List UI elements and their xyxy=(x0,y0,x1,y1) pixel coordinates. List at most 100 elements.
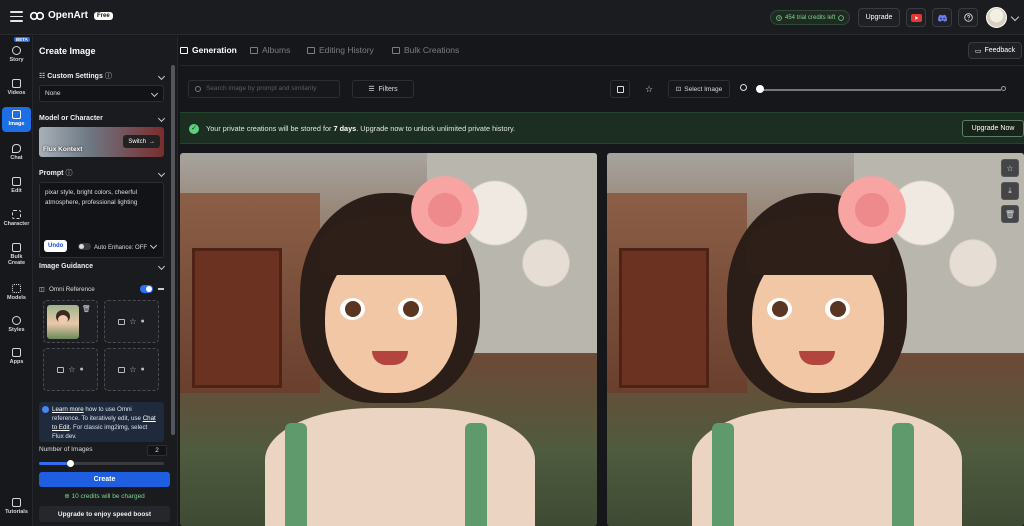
panel-title: Create Image xyxy=(39,46,96,56)
info-icon xyxy=(838,14,845,21)
character-icon xyxy=(12,210,21,219)
prompt-input[interactable]: pixar style, bright colors, cheerful atm… xyxy=(39,182,164,258)
collapse-icon[interactable] xyxy=(158,288,164,290)
apple-icon: ● xyxy=(140,366,145,373)
reference-slot-1[interactable]: 🗑 xyxy=(43,300,98,343)
num-images-slider[interactable] xyxy=(39,460,164,467)
panel-scrollbar[interactable] xyxy=(171,65,175,435)
select-all-checkbox[interactable] xyxy=(610,80,630,98)
undo-button[interactable]: Undo xyxy=(44,240,68,252)
tab-albums[interactable]: Albums xyxy=(250,45,290,55)
square-icon xyxy=(616,85,624,93)
rail-item-tutorials[interactable]: Tutorials xyxy=(2,498,31,515)
image-content xyxy=(619,248,709,388)
prompt-header[interactable]: Prompt ⓘ xyxy=(39,168,167,178)
zoom-knob[interactable] xyxy=(756,85,764,93)
omni-reference-label: Omni Reference xyxy=(48,285,95,293)
upgrade-button[interactable]: Upgrade xyxy=(858,8,900,27)
rail-item-bulk-create[interactable]: Bulk Create xyxy=(2,243,31,266)
rail-item-label: Bulk Create xyxy=(7,254,26,266)
trash-icon[interactable]: 🗑 xyxy=(82,305,91,313)
rail-item-apps[interactable]: Apps xyxy=(2,348,31,365)
model-header[interactable]: Model or Character xyxy=(39,114,167,123)
tab-editing-history[interactable]: Editing History xyxy=(307,45,374,55)
reference-slot-2[interactable]: ☆ ● xyxy=(104,300,159,343)
omni-reference-toggle[interactable] xyxy=(140,285,153,293)
image-icon xyxy=(57,366,65,373)
question-icon xyxy=(963,13,973,22)
tab-generation[interactable]: Generation xyxy=(180,45,237,55)
youtube-button[interactable] xyxy=(906,8,926,27)
switch-model-button[interactable]: Switch → xyxy=(123,135,160,148)
rail-item-videos[interactable]: Videos xyxy=(2,79,31,96)
image-content xyxy=(825,298,850,320)
chevron-down-icon xyxy=(150,89,159,98)
left-rail: BETA Story Videos Image Chat Edit Charac… xyxy=(0,36,33,526)
chevron-down-icon[interactable] xyxy=(1010,12,1020,22)
generated-image-1[interactable] xyxy=(180,153,597,526)
menu-icon[interactable] xyxy=(10,11,23,22)
reference-image-grid: 🗑 ☆ ● ☆ ● ☆ ● xyxy=(43,300,161,394)
zoom-in-icon xyxy=(1001,86,1006,91)
search-icon xyxy=(195,86,201,92)
user-avatar[interactable] xyxy=(986,7,1007,28)
rail-item-image[interactable]: Image xyxy=(2,107,31,132)
rail-item-label: Edit xyxy=(11,188,22,194)
rail-item-models[interactable]: Models xyxy=(2,284,31,301)
brand-logo[interactable]: OpenArt Free xyxy=(30,10,113,21)
zoom-slider[interactable] xyxy=(758,89,1001,91)
chevron-down-icon xyxy=(157,72,166,80)
filters-button[interactable]: ☰ Filters xyxy=(352,80,414,98)
credits-indicator[interactable]: 454 trial credits left xyxy=(770,10,851,25)
learn-more-link[interactable]: Learn more xyxy=(52,406,84,413)
num-images-input[interactable]: 2 xyxy=(147,445,167,456)
image-icon xyxy=(118,318,126,325)
create-button[interactable]: Create xyxy=(39,472,170,487)
rail-item-story[interactable]: Story xyxy=(2,46,31,63)
reference-slot-3[interactable]: ☆ ● xyxy=(43,348,98,391)
brand-name: OpenArt xyxy=(48,10,88,21)
select-image-label: Select Image xyxy=(684,85,723,93)
search-input[interactable]: Search image by prompt and similarity xyxy=(188,80,340,98)
prompt-label: Prompt xyxy=(39,170,64,177)
slider-knob[interactable] xyxy=(67,460,75,467)
zoom-icon xyxy=(740,84,747,91)
model-card[interactable]: Flux Kontext Switch → xyxy=(39,127,164,157)
reference-thumbnail[interactable] xyxy=(47,305,79,339)
tab-bulk-creations[interactable]: Bulk Creations xyxy=(392,45,459,55)
models-icon xyxy=(12,284,21,293)
switch-label: Switch xyxy=(128,138,146,145)
auto-enhance-toggle[interactable] xyxy=(78,243,91,250)
discord-button[interactable] xyxy=(932,8,952,27)
reference-slot-4[interactable]: ☆ ● xyxy=(104,348,159,391)
help-button[interactable] xyxy=(958,8,978,27)
rail-item-chat[interactable]: Chat xyxy=(2,144,31,161)
num-images-label: Number of Images xyxy=(39,446,93,453)
upgrade-now-button[interactable]: Upgrade Now xyxy=(962,120,1024,137)
image-content xyxy=(712,423,734,526)
rail-item-styles[interactable]: Styles xyxy=(2,316,31,333)
download-button[interactable]: ⤓ xyxy=(1001,182,1019,200)
top-bar: OpenArt Free 454 trial credits left Upgr… xyxy=(0,0,1024,35)
rail-item-edit[interactable]: Edit xyxy=(2,177,31,194)
custom-settings-header[interactable]: ☷ Custom Settings ⓘ xyxy=(39,71,167,81)
image-guidance-header[interactable]: Image Guidance xyxy=(39,262,167,271)
star-icon: ☆ xyxy=(129,317,137,326)
favorites-button[interactable]: ☆ xyxy=(639,80,659,98)
generated-image-2[interactable] xyxy=(607,153,1024,526)
prompt-text[interactable]: pixar style, bright colors, cheerful atm… xyxy=(40,183,163,213)
delete-button[interactable]: 🗑 xyxy=(1001,205,1019,223)
omni-reference-row: ◫ Omni Reference xyxy=(39,282,164,296)
feedback-button[interactable]: ▭ Feedback xyxy=(968,42,1022,59)
bulk-icon xyxy=(392,46,400,54)
rail-item-character[interactable]: Character xyxy=(2,210,31,227)
custom-settings-select[interactable]: None xyxy=(39,85,164,102)
info-icon xyxy=(42,406,49,413)
chevron-down-icon[interactable] xyxy=(149,241,158,250)
custom-settings-label: Custom Settings xyxy=(47,73,103,80)
select-image-button[interactable]: ⊡ Select Image xyxy=(668,80,730,98)
favorite-image-button[interactable]: ☆ xyxy=(1001,159,1019,177)
apple-icon: ● xyxy=(140,318,145,325)
speed-boost-button[interactable]: Upgrade to enjoy speed boost xyxy=(39,506,170,522)
star-icon: ☆ xyxy=(129,365,137,374)
